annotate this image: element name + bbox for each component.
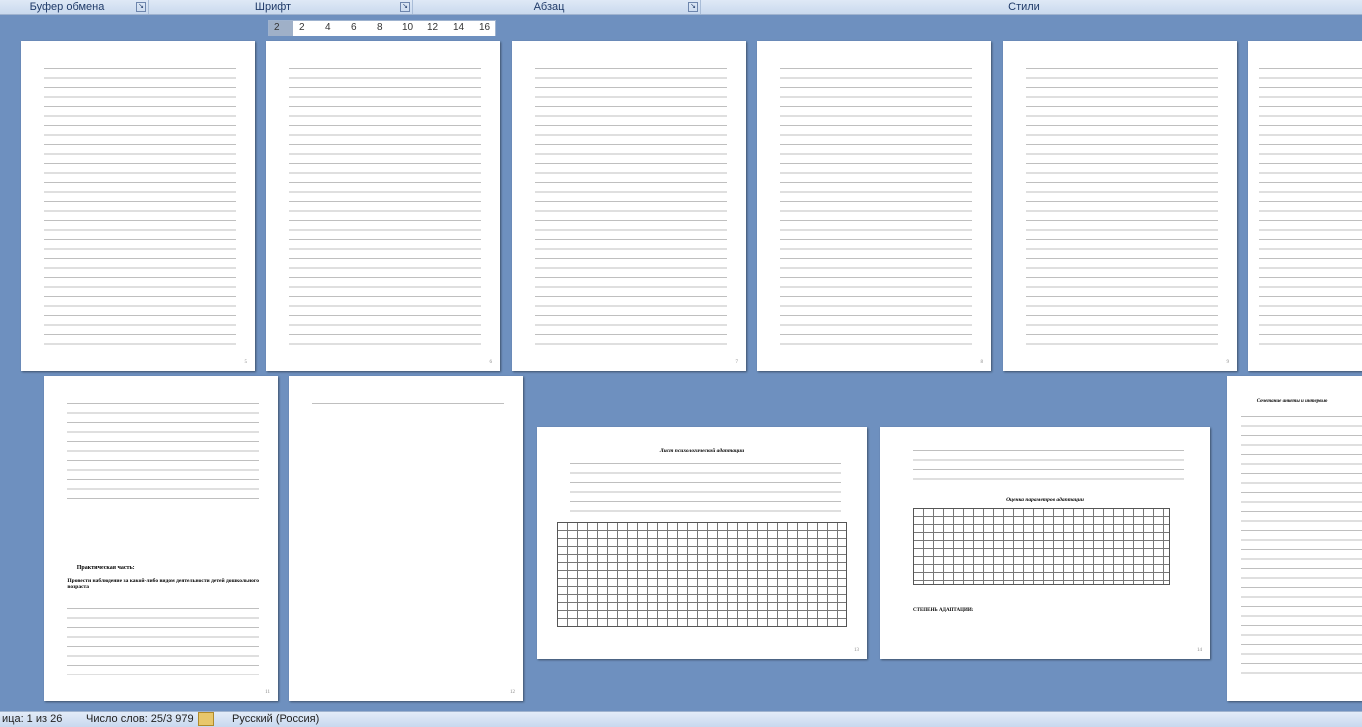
document-page[interactable]: 6 [266,41,500,371]
ruler-tick: 4 [325,22,331,33]
practical-part-subheading: Провести наблюдение за какой-либо видом … [67,578,259,590]
paragraph-dialog-launcher-icon[interactable]: ↘ [688,2,698,12]
document-page[interactable]: 5 [21,41,255,371]
text-lines [44,64,236,345]
clipboard-group: Буфер обмена ↘ [0,0,149,14]
document-page[interactable] [1248,41,1362,371]
ruler-tick: 14 [453,22,464,33]
font-dialog-launcher-icon[interactable]: ↘ [400,2,410,12]
styles-group-label: Стили [700,0,1348,14]
page-number: 12 [510,690,515,695]
text-lines [67,604,259,676]
page-number: 6 [490,360,493,365]
ruler-tick: 2 [299,22,305,33]
font-group-label: Шрифт [148,0,398,14]
proofing-icon[interactable] [198,712,214,726]
section-heading: Сочетание анкеты и интервью [1257,399,1328,404]
page-number: 5 [245,360,248,365]
page-number: 8 [981,360,984,365]
adaptation-params-title: Оценка параметров адаптации [880,497,1210,503]
text-lines [913,446,1184,488]
page-number: 14 [1197,648,1202,653]
ruler-tick: 2 [274,22,280,33]
ruler-tick: 8 [377,22,383,33]
text-lines [1026,64,1218,345]
clipboard-group-label: Буфер обмена [0,0,134,14]
adaptation-degree-label: СТЕПЕНЬ АДАПТАЦИИ: [913,608,973,613]
status-page-count[interactable]: ица: 1 из 26 [2,712,62,727]
document-page-landscape[interactable]: Оценка параметров адаптации СТЕПЕНЬ АДАП… [880,427,1210,659]
text-lines [312,399,504,409]
text-lines [570,459,841,515]
status-word-count[interactable]: Число слов: 25/3 979 [86,712,194,727]
text-lines [1259,64,1362,345]
page-number: 9 [1227,360,1230,365]
document-page[interactable]: 12 [289,376,523,701]
ruler-tick: 10 [402,22,413,33]
ruler-left-margin [269,21,293,36]
document-page[interactable]: 8 [757,41,991,371]
text-lines [1241,412,1362,675]
adaptation-sheet-title: Лист психологической адаптации [537,448,867,454]
ruler-tick: 12 [427,22,438,33]
text-lines [780,64,972,345]
paragraph-group-label: Абзац [412,0,686,14]
document-page[interactable]: Практическая часть: Провести наблюдение … [44,376,278,701]
horizontal-ruler[interactable]: 2 2 4 6 8 10 12 14 16 [268,20,496,37]
page-number: 11 [265,690,270,695]
document-page-landscape[interactable]: Лист психологической адаптации 13 [537,427,867,659]
text-lines [535,64,727,345]
styles-group: Стили [700,0,1362,14]
clipboard-dialog-launcher-icon[interactable]: ↘ [136,2,146,12]
status-bar: ица: 1 из 26 Число слов: 25/3 979 Русски… [0,711,1362,727]
document-page[interactable]: 7 [512,41,746,371]
ribbon: Буфер обмена ↘ Шрифт ↘ Абзац ↘ Стили [0,0,1362,15]
ruler-tick: 16 [479,22,490,33]
practical-part-heading: Практическая часть: [77,565,135,571]
page-number: 7 [736,360,739,365]
font-group: Шрифт ↘ [148,0,413,14]
ruler-tick: 6 [351,22,357,33]
status-language[interactable]: Русский (Россия) [232,712,319,727]
document-pane[interactable]: 5 6 7 8 9 Практическая часть: Провести н… [0,36,1362,711]
params-table [913,508,1170,585]
text-lines [289,64,481,345]
document-page[interactable]: Сочетание анкеты и интервью [1227,376,1362,701]
document-page[interactable]: 9 [1003,41,1237,371]
paragraph-group: Абзац ↘ [412,0,701,14]
adaptation-table [557,522,847,626]
text-lines [67,399,259,506]
page-number: 13 [854,648,859,653]
